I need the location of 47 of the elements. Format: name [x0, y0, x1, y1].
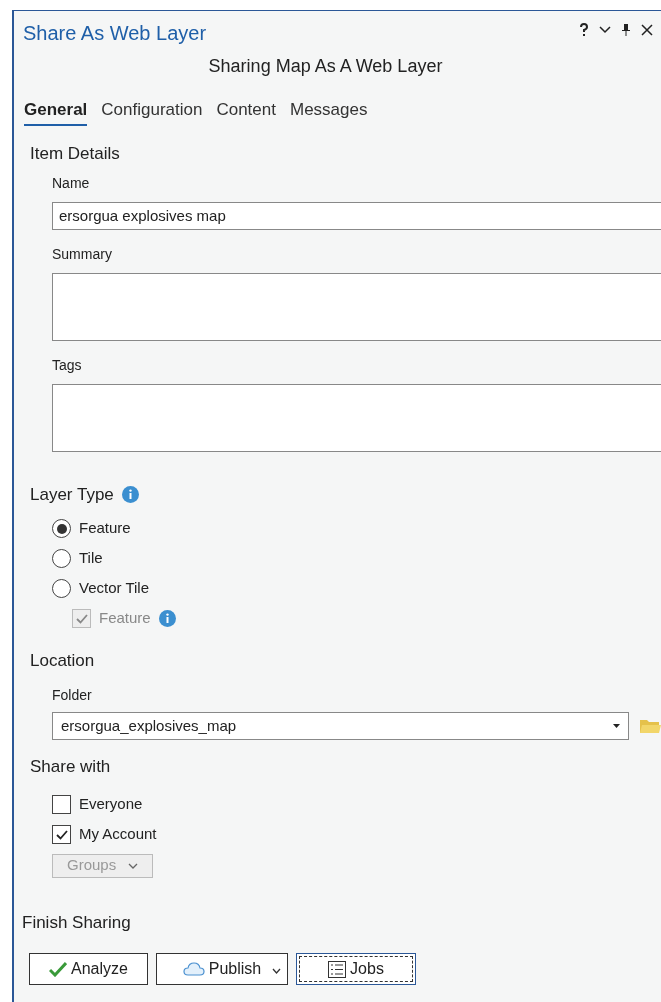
field-label: Name: [52, 174, 90, 193]
section-heading: Finish Sharing: [22, 911, 131, 934]
chevron-down-icon: [128, 862, 138, 869]
option-label: My Account: [79, 824, 157, 845]
section-heading: Item Details: [30, 143, 120, 165]
radio-button[interactable]: [52, 519, 71, 538]
field-label: Folder: [52, 686, 92, 705]
name-field[interactable]: ersorgua explosives map: [52, 202, 661, 230]
option-label: Tile: [79, 548, 103, 569]
radio-button[interactable]: [52, 549, 71, 568]
option-label: Feature: [79, 518, 131, 539]
publish-button[interactable]: Publish: [156, 953, 288, 985]
info-icon[interactable]: [121, 486, 139, 504]
section-heading: Location: [30, 649, 95, 672]
chevron-down-icon[interactable]: [599, 26, 611, 34]
field-label: Summary: [52, 245, 112, 264]
text-area[interactable]: [52, 273, 661, 341]
check-icon: [49, 961, 68, 977]
checkmark-icon: [75, 613, 88, 624]
field-label: Tags: [52, 356, 82, 375]
option-label: Feature: [99, 608, 151, 629]
analyze-button[interactable]: Analyze: [29, 953, 148, 985]
close-icon[interactable]: [641, 24, 653, 36]
tab[interactable]: Content: [216, 97, 276, 126]
cloud-icon: [182, 962, 205, 976]
tab[interactable]: Messages: [290, 97, 368, 126]
info-icon[interactable]: [158, 610, 176, 627]
checkmark-icon: [55, 829, 68, 840]
jobs-button[interactable]: Jobs: [296, 953, 416, 985]
option-label: Vector Tile: [79, 578, 150, 599]
help-icon[interactable]: [579, 23, 589, 37]
window-title: Share As Web Layer: [23, 21, 207, 46]
pin-icon[interactable]: [621, 23, 631, 37]
radio-button[interactable]: [52, 579, 71, 598]
folder-dropdown[interactable]: ersorgua_explosives_map: [52, 712, 629, 740]
dropdown-caret-icon: [613, 724, 620, 728]
text-area[interactable]: [52, 384, 661, 452]
section-heading: Share with: [30, 756, 111, 778]
section-heading: Layer Type: [30, 484, 114, 506]
dialog-heading: Sharing Map As A Web Layer: [208, 54, 443, 78]
tab[interactable]: Configuration: [101, 97, 203, 126]
checkbox[interactable]: [52, 825, 71, 844]
list-icon: [328, 960, 347, 978]
chevron-down-icon[interactable]: [272, 968, 281, 974]
checkbox[interactable]: [52, 795, 71, 814]
tab[interactable]: General: [24, 97, 88, 126]
option-label: Everyone: [79, 794, 143, 815]
